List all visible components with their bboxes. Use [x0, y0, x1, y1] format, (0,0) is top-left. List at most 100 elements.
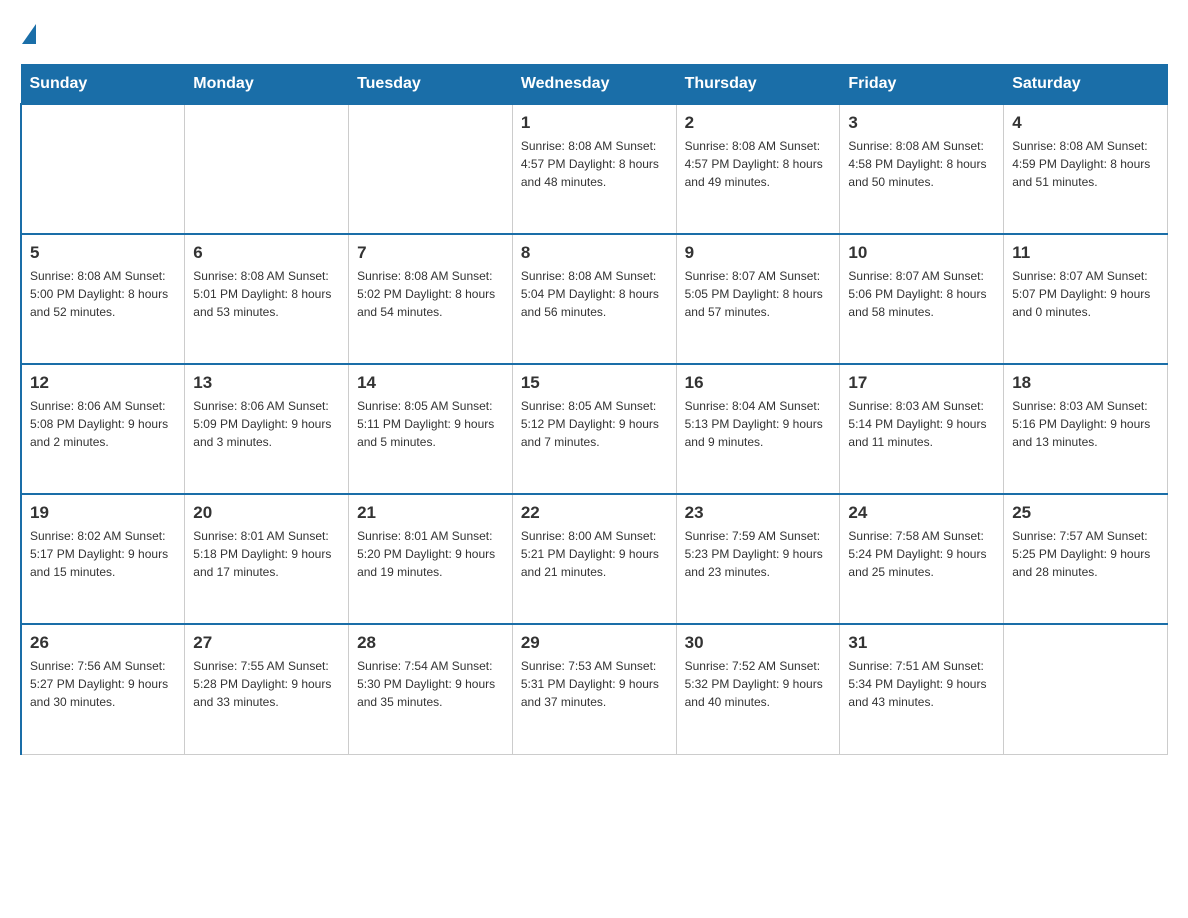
calendar-cell: 17 Sunrise: 8:03 AM Sunset: 5:14 PM Dayli… [840, 364, 1004, 494]
day-info: Sunrise: 8:08 AM Sunset: 4:57 PM Dayligh… [685, 137, 832, 191]
calendar-cell: 30 Sunrise: 7:52 AM Sunset: 5:32 PM Dayli… [676, 624, 840, 754]
day-info: Sunrise: 8:08 AM Sunset: 4:58 PM Dayligh… [848, 137, 995, 191]
calendar-cell: 13 Sunrise: 8:06 AM Sunset: 5:09 PM Dayli… [185, 364, 349, 494]
day-number: 3 [848, 113, 995, 133]
calendar-cell: 3 Sunrise: 8:08 AM Sunset: 4:58 PM Daylig… [840, 104, 1004, 234]
calendar-cell: 4 Sunrise: 8:08 AM Sunset: 4:59 PM Daylig… [1004, 104, 1168, 234]
day-number: 7 [357, 243, 504, 263]
day-info: Sunrise: 8:08 AM Sunset: 5:04 PM Dayligh… [521, 267, 668, 321]
calendar-cell: 18Sunrise: 8:03 AM Sunset: 5:16 PM Dayli… [1004, 364, 1168, 494]
day-number: 14 [357, 373, 504, 393]
day-number: 8 [521, 243, 668, 263]
day-info: Sunrise: 8:06 AM Sunset: 5:08 PM Dayligh… [30, 397, 176, 451]
day-number: 17 [848, 373, 995, 393]
day-number: 4 [1012, 113, 1159, 133]
day-number: 21 [357, 503, 504, 523]
day-info: Sunrise: 7:54 AM Sunset: 5:30 PM Dayligh… [357, 657, 504, 711]
day-number: 16 [685, 373, 832, 393]
day-number: 9 [685, 243, 832, 263]
calendar-cell: 15 Sunrise: 8:05 AM Sunset: 5:12 PM Dayli… [512, 364, 676, 494]
calendar-cell: 6 Sunrise: 8:08 AM Sunset: 5:01 PM Daylig… [185, 234, 349, 364]
day-header-sunday: Sunday [21, 65, 185, 105]
day-number: 26 [30, 633, 176, 653]
day-number: 19 [30, 503, 176, 523]
day-info: Sunrise: 7:56 AM Sunset: 5:27 PM Dayligh… [30, 657, 176, 711]
logo [20, 20, 36, 44]
calendar-week-row: 1 Sunrise: 8:08 AM Sunset: 4:57 PM Daylig… [21, 104, 1168, 234]
day-number: 11 [1012, 243, 1159, 263]
day-info: Sunrise: 7:57 AM Sunset: 5:25 PM Dayligh… [1012, 527, 1159, 581]
calendar-cell: 28 Sunrise: 7:54 AM Sunset: 5:30 PM Dayli… [349, 624, 513, 754]
calendar-cell: 14 Sunrise: 8:05 AM Sunset: 5:11 PM Dayli… [349, 364, 513, 494]
day-number: 30 [685, 633, 832, 653]
day-info: Sunrise: 8:08 AM Sunset: 5:01 PM Dayligh… [193, 267, 340, 321]
calendar-week-row: 26 Sunrise: 7:56 AM Sunset: 5:27 PM Dayli… [21, 624, 1168, 754]
calendar-cell: 19 Sunrise: 8:02 AM Sunset: 5:17 PM Dayli… [21, 494, 185, 624]
calendar-cell [21, 104, 185, 234]
calendar-cell: 29 Sunrise: 7:53 AM Sunset: 5:31 PM Dayli… [512, 624, 676, 754]
calendar-cell: 2 Sunrise: 8:08 AM Sunset: 4:57 PM Daylig… [676, 104, 840, 234]
calendar-cell [185, 104, 349, 234]
calendar-cell: 22 Sunrise: 8:00 AM Sunset: 5:21 PM Dayli… [512, 494, 676, 624]
day-number: 24 [848, 503, 995, 523]
day-number: 12 [30, 373, 176, 393]
calendar-cell [1004, 624, 1168, 754]
calendar-header-row: SundayMondayTuesdayWednesdayThursdayFrid… [21, 65, 1168, 105]
calendar-cell: 27 Sunrise: 7:55 AM Sunset: 5:28 PM Dayli… [185, 624, 349, 754]
calendar-cell: 25 Sunrise: 7:57 AM Sunset: 5:25 PM Dayli… [1004, 494, 1168, 624]
day-number: 31 [848, 633, 995, 653]
day-info: Sunrise: 7:52 AM Sunset: 5:32 PM Dayligh… [685, 657, 832, 711]
calendar-cell: 16 Sunrise: 8:04 AM Sunset: 5:13 PM Dayli… [676, 364, 840, 494]
day-info: Sunrise: 7:53 AM Sunset: 5:31 PM Dayligh… [521, 657, 668, 711]
day-info: Sunrise: 8:00 AM Sunset: 5:21 PM Dayligh… [521, 527, 668, 581]
day-info: Sunrise: 8:06 AM Sunset: 5:09 PM Dayligh… [193, 397, 340, 451]
day-number: 25 [1012, 503, 1159, 523]
day-info: Sunrise: 8:05 AM Sunset: 5:11 PM Dayligh… [357, 397, 504, 451]
day-info: Sunrise: 8:07 AM Sunset: 5:05 PM Dayligh… [685, 267, 832, 321]
day-number: 15 [521, 373, 668, 393]
day-header-friday: Friday [840, 65, 1004, 105]
calendar-cell: 26 Sunrise: 7:56 AM Sunset: 5:27 PM Dayli… [21, 624, 185, 754]
day-number: 27 [193, 633, 340, 653]
calendar-week-row: 5 Sunrise: 8:08 AM Sunset: 5:00 PM Daylig… [21, 234, 1168, 364]
day-info: Sunrise: 8:05 AM Sunset: 5:12 PM Dayligh… [521, 397, 668, 451]
day-info: Sunrise: 7:55 AM Sunset: 5:28 PM Dayligh… [193, 657, 340, 711]
calendar-cell: 24 Sunrise: 7:58 AM Sunset: 5:24 PM Dayli… [840, 494, 1004, 624]
calendar-cell: 12 Sunrise: 8:06 AM Sunset: 5:08 PM Dayli… [21, 364, 185, 494]
day-number: 22 [521, 503, 668, 523]
day-number: 5 [30, 243, 176, 263]
day-info: Sunrise: 8:01 AM Sunset: 5:20 PM Dayligh… [357, 527, 504, 581]
day-info: Sunrise: 7:51 AM Sunset: 5:34 PM Dayligh… [848, 657, 995, 711]
day-number: 28 [357, 633, 504, 653]
day-info: Sunrise: 8:08 AM Sunset: 5:02 PM Dayligh… [357, 267, 504, 321]
calendar-cell: 8 Sunrise: 8:08 AM Sunset: 5:04 PM Daylig… [512, 234, 676, 364]
calendar-cell: 11 Sunrise: 8:07 AM Sunset: 5:07 PM Dayli… [1004, 234, 1168, 364]
calendar-week-row: 19 Sunrise: 8:02 AM Sunset: 5:17 PM Dayli… [21, 494, 1168, 624]
day-info: Sunrise: 8:08 AM Sunset: 4:59 PM Dayligh… [1012, 137, 1159, 191]
day-info: Sunrise: 7:59 AM Sunset: 5:23 PM Dayligh… [685, 527, 832, 581]
day-info: Sunrise: 8:08 AM Sunset: 4:57 PM Dayligh… [521, 137, 668, 191]
calendar-cell: 20Sunrise: 8:01 AM Sunset: 5:18 PM Dayli… [185, 494, 349, 624]
calendar-cell: 9 Sunrise: 8:07 AM Sunset: 5:05 PM Daylig… [676, 234, 840, 364]
day-info: Sunrise: 8:03 AM Sunset: 5:14 PM Dayligh… [848, 397, 995, 451]
day-number: 6 [193, 243, 340, 263]
calendar-cell: 1 Sunrise: 8:08 AM Sunset: 4:57 PM Daylig… [512, 104, 676, 234]
day-header-saturday: Saturday [1004, 65, 1168, 105]
day-number: 29 [521, 633, 668, 653]
day-info: Sunrise: 8:03 AM Sunset: 5:16 PM Dayligh… [1012, 397, 1159, 451]
day-info: Sunrise: 7:58 AM Sunset: 5:24 PM Dayligh… [848, 527, 995, 581]
day-number: 20 [193, 503, 340, 523]
day-info: Sunrise: 8:04 AM Sunset: 5:13 PM Dayligh… [685, 397, 832, 451]
day-number: 13 [193, 373, 340, 393]
calendar-cell: 21 Sunrise: 8:01 AM Sunset: 5:20 PM Dayli… [349, 494, 513, 624]
day-info: Sunrise: 8:08 AM Sunset: 5:00 PM Dayligh… [30, 267, 176, 321]
page-header [20, 20, 1168, 44]
calendar-cell [349, 104, 513, 234]
calendar-cell: 10Sunrise: 8:07 AM Sunset: 5:06 PM Dayli… [840, 234, 1004, 364]
day-number: 1 [521, 113, 668, 133]
day-number: 2 [685, 113, 832, 133]
day-header-tuesday: Tuesday [349, 65, 513, 105]
day-info: Sunrise: 8:02 AM Sunset: 5:17 PM Dayligh… [30, 527, 176, 581]
day-info: Sunrise: 8:07 AM Sunset: 5:07 PM Dayligh… [1012, 267, 1159, 321]
day-header-wednesday: Wednesday [512, 65, 676, 105]
